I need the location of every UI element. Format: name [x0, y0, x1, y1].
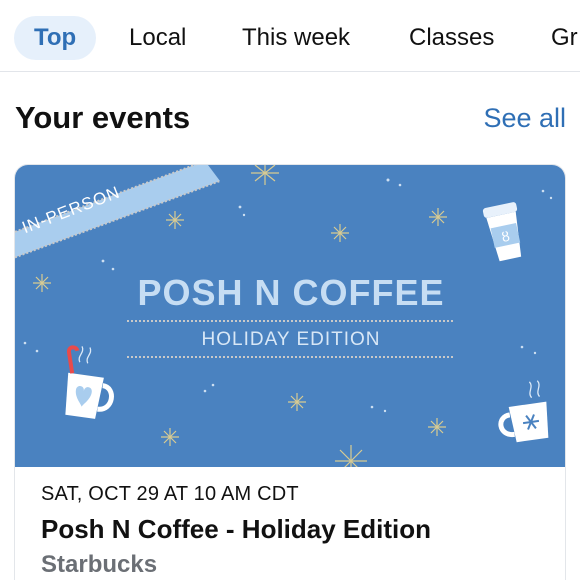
tab-bar: Top Local This week Classes Gr [0, 0, 580, 72]
event-card[interactable]: IN-PERSON POSH N COFFEE HOLIDAY EDITION … [14, 164, 566, 580]
tab-local[interactable]: Local [129, 16, 186, 60]
tab-groups[interactable]: Gr [551, 16, 578, 60]
tab-top[interactable]: Top [14, 16, 97, 60]
see-all-link[interactable]: See all [483, 103, 566, 134]
banner-title: POSH N COFFEE [137, 272, 444, 313]
tab-this-week[interactable]: This week [242, 16, 350, 60]
event-banner: IN-PERSON POSH N COFFEE HOLIDAY EDITION … [15, 165, 565, 467]
section-title: Your events [15, 100, 191, 135]
event-info: SAT, OCT 29 AT 10 AM CDT Posh N Coffee -… [41, 483, 545, 579]
event-name[interactable]: Posh N Coffee - Holiday Edition [41, 514, 545, 545]
banner-subtitle: HOLIDAY EDITION [202, 329, 381, 350]
tab-classes[interactable]: Classes [409, 16, 494, 60]
event-venue: Starbucks [41, 551, 158, 578]
your-events-header: Your events See all [0, 96, 580, 144]
event-date: SAT, OCT 29 AT 10 AM CDT [41, 483, 299, 505]
